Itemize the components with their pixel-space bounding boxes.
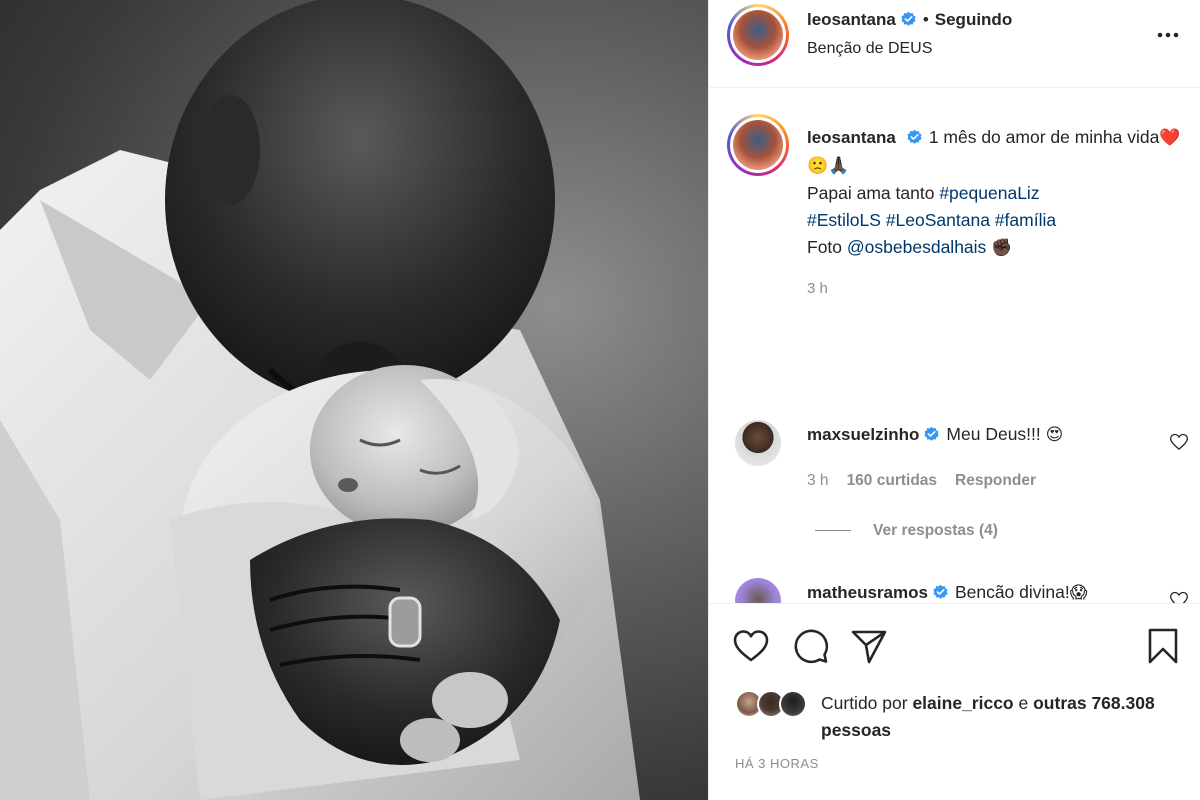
- hashtag-link[interactable]: #EstiloLS: [807, 210, 881, 230]
- action-bar: [709, 620, 1200, 672]
- likes-prefix: Curtido por: [821, 693, 908, 713]
- liker-avatars[interactable]: [735, 688, 815, 724]
- follow-status-button[interactable]: Seguindo: [935, 10, 1012, 29]
- more-horizontal-icon[interactable]: [1155, 22, 1181, 48]
- separator-dot: •: [922, 10, 929, 29]
- caption-text-1: 1 mês do amor de minha vida: [928, 127, 1160, 147]
- liker-avatar: [779, 690, 807, 718]
- hashtag-link[interactable]: #LeoSantana: [886, 210, 990, 230]
- post-photo[interactable]: [0, 0, 708, 800]
- comment-meta: 3 h 160 curtidas Responder: [807, 472, 1054, 490]
- photo-illustration: [0, 0, 640, 800]
- comment-text: Meu Deus!!!: [946, 424, 1041, 444]
- comment-bubble-icon[interactable]: [791, 626, 831, 666]
- liker-username[interactable]: elaine_ricco: [912, 693, 1013, 713]
- caption-username[interactable]: leosantana: [807, 128, 896, 147]
- view-replies-label: Ver respostas (4): [873, 522, 998, 539]
- comment-emoji: 😍: [1045, 425, 1064, 445]
- verified-badge-icon: [924, 426, 940, 441]
- author-avatar[interactable]: [727, 4, 789, 66]
- view-replies-button[interactable]: Ver respostas (4): [815, 522, 998, 540]
- comment-item: matheusramos Bencão divina!😱: [807, 582, 1087, 603]
- comments-section[interactable]: leosantana 1 mês do amor de minha vida❤️🙁…: [709, 88, 1200, 604]
- verified-badge-icon: [901, 11, 916, 26]
- likes-text: Curtido por elaine_ricco e outras 768.30…: [821, 690, 1181, 744]
- caption: leosantana 1 mês do amor de minha vida❤️🙁…: [807, 124, 1187, 262]
- comment-likes[interactable]: 160 curtidas: [847, 472, 937, 489]
- verified-badge-icon: [907, 129, 922, 144]
- posted-time[interactable]: HÁ 3 HORAS: [735, 756, 819, 771]
- paper-plane-icon[interactable]: [849, 626, 889, 666]
- comment-item: maxsuelzinho Meu Deus!!! 😍: [807, 424, 1063, 445]
- comment-time[interactable]: 3 h: [807, 472, 829, 489]
- caption-text-3: Foto: [807, 237, 843, 257]
- post-panel: leosantana • Seguindo Benção de DEUS leosa…: [708, 0, 1200, 800]
- heart-icon[interactable]: [1169, 432, 1189, 452]
- verified-badge-icon: [933, 584, 948, 599]
- comment-username[interactable]: matheusramos: [807, 583, 928, 602]
- likes-connector: e: [1018, 693, 1029, 713]
- heart-icon[interactable]: [1169, 590, 1189, 604]
- comment-username[interactable]: maxsuelzinho: [807, 425, 919, 444]
- hashtag-link[interactable]: #pequenaLiz: [939, 183, 1039, 203]
- replies-divider: [815, 530, 851, 532]
- heart-icon[interactable]: [731, 626, 771, 666]
- comment-text: Bencão divina!: [954, 582, 1070, 602]
- caption-author-avatar[interactable]: [727, 114, 789, 176]
- post-location[interactable]: Benção de DEUS: [807, 40, 932, 58]
- author-username[interactable]: leosantana: [807, 10, 896, 29]
- reply-button[interactable]: Responder: [955, 472, 1036, 489]
- commenter-avatar[interactable]: [735, 578, 781, 603]
- caption-emoji-2: ✊🏿: [991, 238, 1013, 258]
- header-line: leosantana • Seguindo: [807, 10, 1012, 30]
- caption-text-2: Papai ama tanto: [807, 183, 935, 203]
- bookmark-icon[interactable]: [1143, 626, 1183, 666]
- caption-time[interactable]: 3 h: [807, 280, 828, 297]
- comment-emoji: 😱: [1069, 583, 1088, 603]
- mention-link[interactable]: @osbebesdalhais: [847, 237, 986, 257]
- post-header: leosantana • Seguindo Benção de DEUS: [709, 0, 1200, 88]
- commenter-avatar[interactable]: [735, 420, 781, 466]
- hashtag-link[interactable]: #família: [995, 210, 1056, 230]
